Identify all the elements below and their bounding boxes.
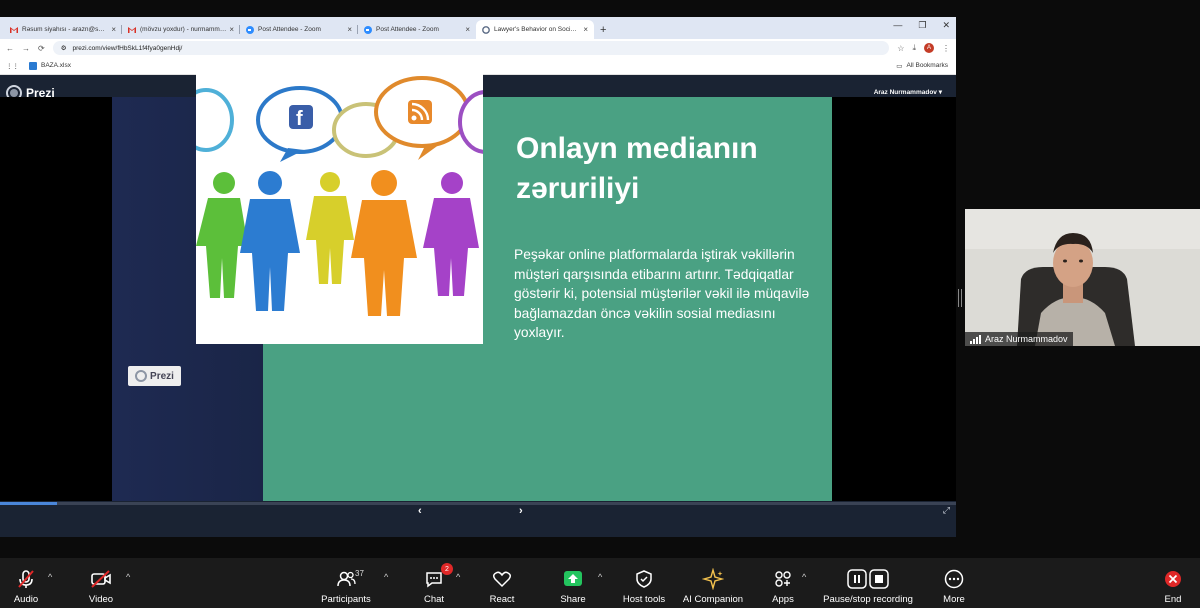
previous-slide-button[interactable]: ‹ (418, 505, 422, 517)
apps-options-caret[interactable]: ^ (802, 572, 806, 582)
chevron-down-icon: ▾ (938, 89, 942, 96)
minimize-icon[interactable]: — (893, 20, 902, 31)
browser-tab-label: Post Attendee - Zoom (258, 26, 321, 33)
spreadsheet-icon (29, 61, 37, 70)
close-window-icon[interactable]: ✕ (942, 20, 950, 31)
browser-tab-active[interactable]: Lawyer's Behavior on Social M... × (476, 20, 594, 39)
presentation-progress-bar[interactable] (0, 502, 956, 505)
participants-count: 37 (355, 569, 364, 578)
participant-video-feed (965, 209, 1200, 346)
browser-tab[interactable]: Post Attendee - Zoom × (240, 20, 358, 39)
video-button[interactable]: Video (85, 558, 117, 608)
folder-icon: ▭ (896, 62, 903, 70)
share-button[interactable]: Share (558, 558, 588, 608)
prezi-badge[interactable]: Prezi (128, 366, 181, 386)
all-bookmarks[interactable]: ▭ All Bookmarks (896, 62, 948, 70)
social-media-people-illustration: f (196, 58, 483, 344)
share-options-caret[interactable]: ^ (598, 572, 602, 582)
browser-tab-label: Lawyer's Behavior on Social M... (494, 26, 581, 33)
ai-companion-button[interactable]: AI Companion (680, 558, 746, 608)
bookmark-item[interactable]: BAZA.xlsx (29, 61, 71, 70)
microphone-muted-icon (15, 568, 37, 590)
heart-icon (491, 568, 513, 590)
bookmark-star-icon[interactable]: ☆ (897, 44, 904, 53)
url-bar[interactable]: ⚙ prezi.com/view/fHbSkL1f4fya0genHdj/ (52, 41, 890, 55)
profile-avatar[interactable]: A (924, 43, 934, 53)
host-tools-button[interactable]: Host tools (620, 558, 668, 608)
close-tab-icon[interactable]: × (111, 25, 116, 34)
fullscreen-icon[interactable]: ⤢ (943, 505, 950, 516)
zoom-meeting-window: Rəsum siyahısı - arazn@soltio... × (mövz… (0, 0, 1200, 608)
end-meeting-button[interactable]: End (1160, 558, 1186, 608)
react-button[interactable]: React (486, 558, 518, 608)
share-screen-icon (562, 568, 584, 590)
new-tab-icon[interactable]: + (600, 24, 606, 36)
download-icon[interactable]: ⤓ (912, 43, 916, 53)
sparkle-icon (702, 568, 724, 590)
window-controls: — ❐ ✕ (893, 20, 950, 31)
zoom-icon (246, 25, 254, 34)
audio-button[interactable]: Audio (10, 558, 42, 608)
participant-video-tile[interactable]: Araz Nurmammadov (965, 209, 1200, 346)
pause-stop-recording-button[interactable]: Pause/stop recording (820, 558, 916, 608)
participant-name-label: Araz Nurmammadov (965, 332, 1073, 346)
chat-options-caret[interactable]: ^ (456, 572, 460, 582)
reload-icon[interactable]: ⟳ (38, 44, 45, 53)
close-tab-icon[interactable]: × (583, 25, 588, 34)
gmail-icon (10, 26, 18, 34)
site-settings-icon[interactable]: ⚙ (61, 44, 67, 52)
chat-icon: 2 (423, 563, 453, 590)
browser-tab[interactable]: Rəsum siyahısı - arazn@soltio... × (4, 20, 122, 39)
browser-tab[interactable]: (mövzu yoxdur) - nurmammad... × (122, 20, 240, 39)
slide-title: Onlayn medianın zəruriliyi (516, 132, 758, 205)
apps-button[interactable]: Apps (768, 558, 798, 608)
participants-button[interactable]: 37 Participants (318, 558, 374, 608)
prezi-icon (482, 25, 490, 34)
apps-icon (772, 568, 794, 590)
apps-grid-icon[interactable]: ⋮⋮ (6, 62, 19, 70)
participants-options-caret[interactable]: ^ (384, 572, 388, 582)
meeting-toolbar: Audio ^ Video ^ 37 Participants ^ 2 Chat… (0, 558, 1200, 608)
split-view-resize-handle[interactable] (958, 289, 962, 307)
shield-icon (633, 568, 655, 590)
address-bar-row: ← → ⟳ ⚙ prezi.com/view/fHbSkL1f4fya0genH… (0, 39, 956, 57)
slide-body-text: Peşəkar online platformalarda iştirak və… (514, 247, 810, 340)
presentation-controls: ‹ › ⤢ (0, 501, 956, 520)
restore-icon[interactable]: ❐ (918, 20, 926, 31)
gmail-icon (128, 26, 136, 34)
video-off-icon (89, 568, 113, 590)
next-slide-button[interactable]: › (519, 505, 523, 517)
close-tab-icon[interactable]: × (465, 25, 470, 34)
more-button[interactable]: More (940, 558, 968, 608)
video-options-caret[interactable]: ^ (126, 572, 130, 582)
back-icon[interactable]: ← (6, 44, 14, 53)
browser-tab-label: (mövzu yoxdur) - nurmammad... (140, 26, 227, 33)
participants-icon: 37 (335, 568, 364, 590)
end-call-icon (1162, 568, 1184, 590)
prezi-user-menu[interactable]: Araz Nurmammadov ▾ (874, 88, 942, 96)
chat-button[interactable]: 2 Chat (420, 558, 453, 608)
zoom-icon (364, 25, 372, 34)
more-icon (943, 568, 965, 590)
recording-controls-icon (847, 568, 889, 590)
forward-icon[interactable]: → (22, 44, 30, 53)
close-tab-icon[interactable]: × (229, 25, 234, 34)
signal-strength-icon (970, 334, 981, 344)
browser-tab-label: Rəsum siyahısı - arazn@soltio... (22, 26, 109, 33)
chat-unread-badge: 2 (441, 563, 453, 575)
close-tab-icon[interactable]: × (347, 25, 352, 34)
presentation-progress-fill (0, 502, 58, 505)
browser-tab-label: Post Attendee - Zoom (376, 26, 439, 33)
prezi-logo-icon (135, 370, 148, 382)
browser-tab[interactable]: Post Attendee - Zoom × (358, 20, 476, 39)
audio-options-caret[interactable]: ^ (48, 572, 52, 582)
url-text: prezi.com/view/fHbSkL1f4fya0genHdj/ (72, 44, 183, 52)
browser-tab-strip: Rəsum siyahısı - arazn@soltio... × (mövz… (0, 17, 956, 39)
browser-menu-icon[interactable]: ⋮ (942, 44, 950, 53)
svg-text:f: f (296, 108, 303, 130)
